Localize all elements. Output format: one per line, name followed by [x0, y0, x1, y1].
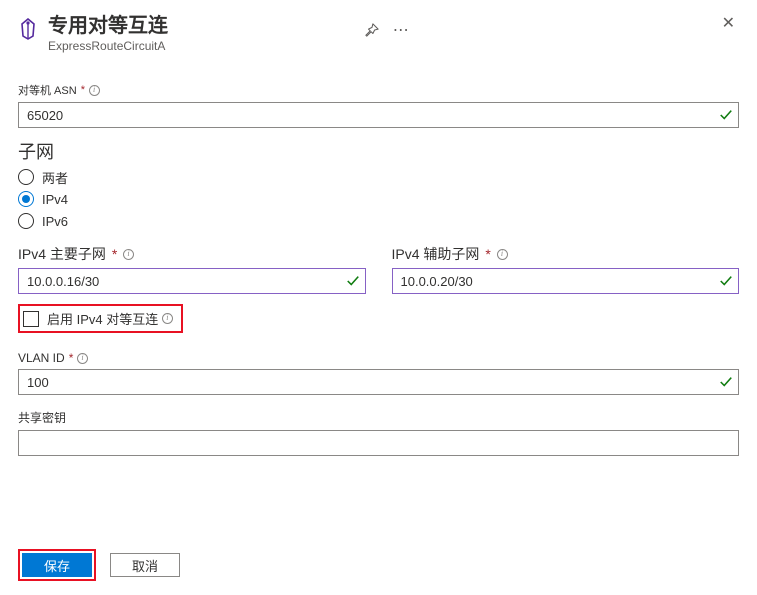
- enable-ipv4-peering-label: 启用 IPv4 对等互连: [47, 309, 158, 328]
- more-icon[interactable]: ⋯: [393, 20, 409, 40]
- vlan-id-input[interactable]: [18, 369, 739, 395]
- page-title: 专用对等互连: [48, 14, 357, 38]
- subnets-section-title: 子网: [18, 138, 739, 164]
- radio-both[interactable]: 两者: [18, 166, 739, 188]
- info-icon[interactable]: [123, 249, 134, 260]
- address-family-radio-group: 两者 IPv4 IPv6: [18, 166, 739, 232]
- enable-ipv4-peering-checkbox[interactable]: 启用 IPv4 对等互连: [18, 304, 183, 333]
- ipv4-secondary-input[interactable]: [392, 268, 740, 294]
- pin-icon[interactable]: [365, 23, 379, 37]
- close-icon[interactable]: ✕: [718, 14, 739, 34]
- vlan-id-field: [18, 369, 739, 395]
- radio-ipv4[interactable]: IPv4: [18, 188, 739, 210]
- peer-asn-input[interactable]: [18, 102, 739, 128]
- peer-asn-field: [18, 102, 739, 128]
- page-subtitle: ExpressRouteCircuitA: [48, 38, 357, 54]
- ipv4-primary-input[interactable]: [18, 268, 366, 294]
- cancel-button[interactable]: 取消: [110, 553, 180, 577]
- info-icon[interactable]: [162, 313, 173, 324]
- peering-icon: [18, 18, 38, 40]
- ipv4-secondary-field: [392, 268, 740, 294]
- ipv4-primary-field: [18, 268, 366, 294]
- shared-key-label: 共享密钥: [18, 409, 739, 426]
- vlan-id-label: VLAN ID*: [18, 351, 739, 365]
- peer-asn-label: 对等机 ASN*: [18, 82, 739, 98]
- info-icon[interactable]: [77, 353, 88, 364]
- checkbox-box: [23, 311, 39, 327]
- save-button-highlight: 保存: [18, 549, 96, 581]
- ipv4-secondary-label: IPv4 辅助子网*: [392, 244, 740, 264]
- info-icon[interactable]: [497, 249, 508, 260]
- shared-key-field: [18, 430, 739, 456]
- shared-key-input[interactable]: [18, 430, 739, 456]
- info-icon[interactable]: [89, 85, 100, 96]
- save-button[interactable]: 保存: [22, 553, 92, 577]
- radio-ipv6[interactable]: IPv6: [18, 210, 739, 232]
- ipv4-primary-label: IPv4 主要子网*: [18, 244, 366, 264]
